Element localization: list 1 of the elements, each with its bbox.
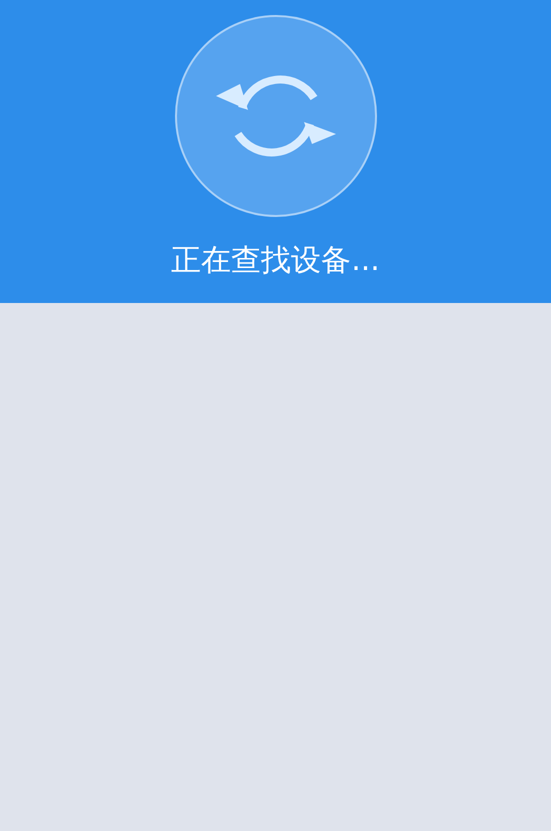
status-text: 正在查找设备... <box>171 242 380 280</box>
